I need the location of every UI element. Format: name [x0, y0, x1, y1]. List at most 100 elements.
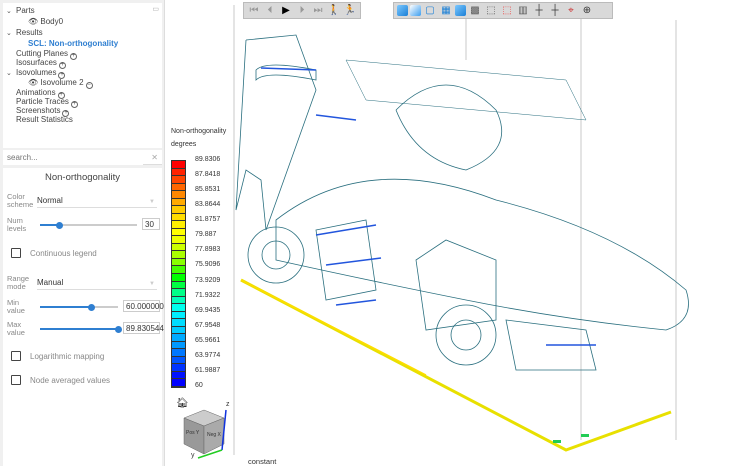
chevron-down-icon[interactable]: ⌄: [6, 69, 12, 77]
legend-swatch: [172, 191, 185, 199]
legend-label: 77.8983: [195, 246, 221, 254]
center-icon[interactable]: ⊕: [580, 5, 594, 17]
first-frame-icon[interactable]: ⏮: [247, 5, 261, 17]
legend-label: 79.887: [195, 231, 217, 239]
value: Normal: [37, 196, 63, 205]
walk-icon[interactable]: 🚶: [327, 5, 341, 17]
range-mode-label: Range mode: [7, 274, 30, 291]
playback-toolbar: ⏮ ⏴ ▶ ⏵ ⏭ 🚶 🏃: [243, 2, 361, 19]
tree-item-body0[interactable]: 👁 Body0: [28, 17, 63, 27]
legend-swatch: [172, 221, 185, 229]
probe-element-icon[interactable]: ┼: [548, 5, 562, 17]
chevron-down-icon[interactable]: ⌄: [6, 7, 12, 15]
feature-edges-icon[interactable]: ⬚: [484, 5, 498, 17]
tree-item-result-statistics[interactable]: Result Statistics: [16, 115, 73, 125]
play-icon[interactable]: ▶: [279, 5, 293, 17]
next-frame-icon[interactable]: ⏵: [295, 5, 309, 17]
legend-swatch: [172, 243, 185, 252]
eye-icon[interactable]: 👁: [28, 17, 38, 26]
label: Cutting Planes: [16, 49, 69, 58]
outline-icon[interactable]: ▢: [423, 5, 437, 17]
neg-x-face: Neg X: [207, 432, 221, 438]
legend-label: 75.9096: [195, 261, 221, 269]
continuous-legend-checkbox[interactable]: [11, 248, 21, 258]
measure-icon[interactable]: ⌖: [564, 5, 578, 17]
label: Screenshots: [16, 106, 61, 115]
slider-handle[interactable]: [87, 303, 95, 311]
node-averaged-checkbox[interactable]: [11, 375, 21, 385]
orientation-cube[interactable]: 🏠︎ Pos Y Neg X z y: [174, 398, 234, 460]
left-panel: ⌄ Parts 👁 Body0 ⌄ Results SCL: Non-ortho…: [0, 0, 165, 466]
last-frame-icon[interactable]: ⏭: [311, 5, 325, 17]
label: Isovolume 2: [40, 78, 84, 87]
legend-label: 83.8644: [195, 201, 221, 209]
legend-swatch: [172, 213, 185, 222]
add-icon[interactable]: +: [70, 53, 78, 60]
legend-swatch: [172, 379, 185, 387]
tree-item-scl[interactable]: SCL: Non-orthogonality: [28, 39, 118, 49]
hidden-lines-icon[interactable]: ⬚: [500, 5, 514, 17]
remove-icon[interactable]: −: [85, 82, 93, 89]
log-mapping-checkbox[interactable]: [11, 351, 21, 361]
slider-fill: [40, 306, 92, 308]
num-levels-input[interactable]: 30: [142, 218, 160, 230]
range-mode-select[interactable]: Manual ▼: [37, 278, 157, 290]
legend-swatch: [172, 341, 185, 350]
result-tree: ⌄ Parts 👁 Body0 ⌄ Results SCL: Non-ortho…: [3, 3, 162, 148]
tree-item-parts[interactable]: Parts: [16, 6, 35, 16]
max-value-label: Max value: [7, 320, 25, 337]
color-legend: Non-orthogonality degrees 89.8306 87.8418…: [171, 128, 241, 393]
model-wireframe: [233, 5, 689, 455]
legend-swatch: [172, 319, 185, 327]
smooth-shaded-icon[interactable]: [410, 5, 421, 16]
color-scheme-select[interactable]: Normal ▼: [37, 196, 157, 208]
legend-label: 60: [195, 382, 203, 389]
legend-swatch: [172, 311, 185, 320]
num-levels-slider[interactable]: [40, 221, 137, 229]
legend-swatch: [172, 304, 185, 312]
add-icon[interactable]: +: [70, 101, 78, 108]
legend-swatch: [172, 183, 185, 192]
footer-text: constant: [248, 457, 277, 466]
label: Isosurfaces: [16, 58, 57, 67]
min-value-slider[interactable]: [40, 303, 118, 311]
legend-swatch: [172, 371, 185, 380]
legend-label: 89.8306: [195, 156, 221, 163]
legend-label: 65.9661: [195, 336, 221, 344]
legend-swatch: [172, 168, 185, 177]
shaded-edges-icon[interactable]: [455, 5, 466, 16]
legend-swatch: [172, 326, 185, 335]
min-value-input[interactable]: 60.000000: [123, 300, 164, 312]
max-value-slider[interactable]: [40, 325, 122, 333]
tree-item-results[interactable]: Results: [16, 28, 43, 38]
wireframe-icon[interactable]: ▩: [468, 5, 482, 17]
collapse-icon[interactable]: ▭: [152, 5, 159, 13]
slider-fill: [40, 328, 118, 330]
chevron-down-icon[interactable]: ⌄: [6, 29, 12, 37]
legend-swatch: [172, 176, 185, 184]
slider-handle[interactable]: [114, 325, 122, 333]
probe-point-icon[interactable]: ┼: [532, 5, 546, 17]
legend-label: 63.9774: [195, 351, 221, 359]
max-value-input[interactable]: 89.830544: [123, 322, 164, 334]
3d-viewport[interactable]: ⏮ ⏴ ▶ ⏵ ⏭ 🚶 🏃 ▢ ▦ ▩ ⬚ ⬚ ▥ ┼ ┼ ⌖ ⊕ Non-or…: [166, 0, 737, 466]
search-input[interactable]: [3, 150, 143, 165]
mesh-icon[interactable]: ▦: [439, 5, 453, 17]
clear-icon[interactable]: ✕: [151, 153, 158, 162]
legend-label: 71.9322: [195, 291, 221, 299]
legend-swatch: [172, 161, 185, 169]
prev-frame-icon[interactable]: ⏴: [263, 5, 277, 17]
legend-swatch: [172, 236, 185, 244]
legend-swatch: [172, 206, 185, 214]
legend-swatch: [172, 251, 185, 259]
shaded-icon[interactable]: [397, 5, 408, 16]
eye-icon[interactable]: 👁: [28, 78, 38, 87]
legend-swatch: [172, 356, 185, 365]
bounding-box-icon[interactable]: ▥: [516, 5, 530, 17]
panel-title: Non-orthogonality: [45, 172, 120, 183]
legend-swatch: [172, 266, 185, 274]
legend-label: 69.9435: [195, 306, 221, 314]
run-icon[interactable]: 🏃: [343, 5, 357, 17]
slider-handle[interactable]: [55, 221, 63, 229]
legend-swatch: [172, 289, 185, 297]
